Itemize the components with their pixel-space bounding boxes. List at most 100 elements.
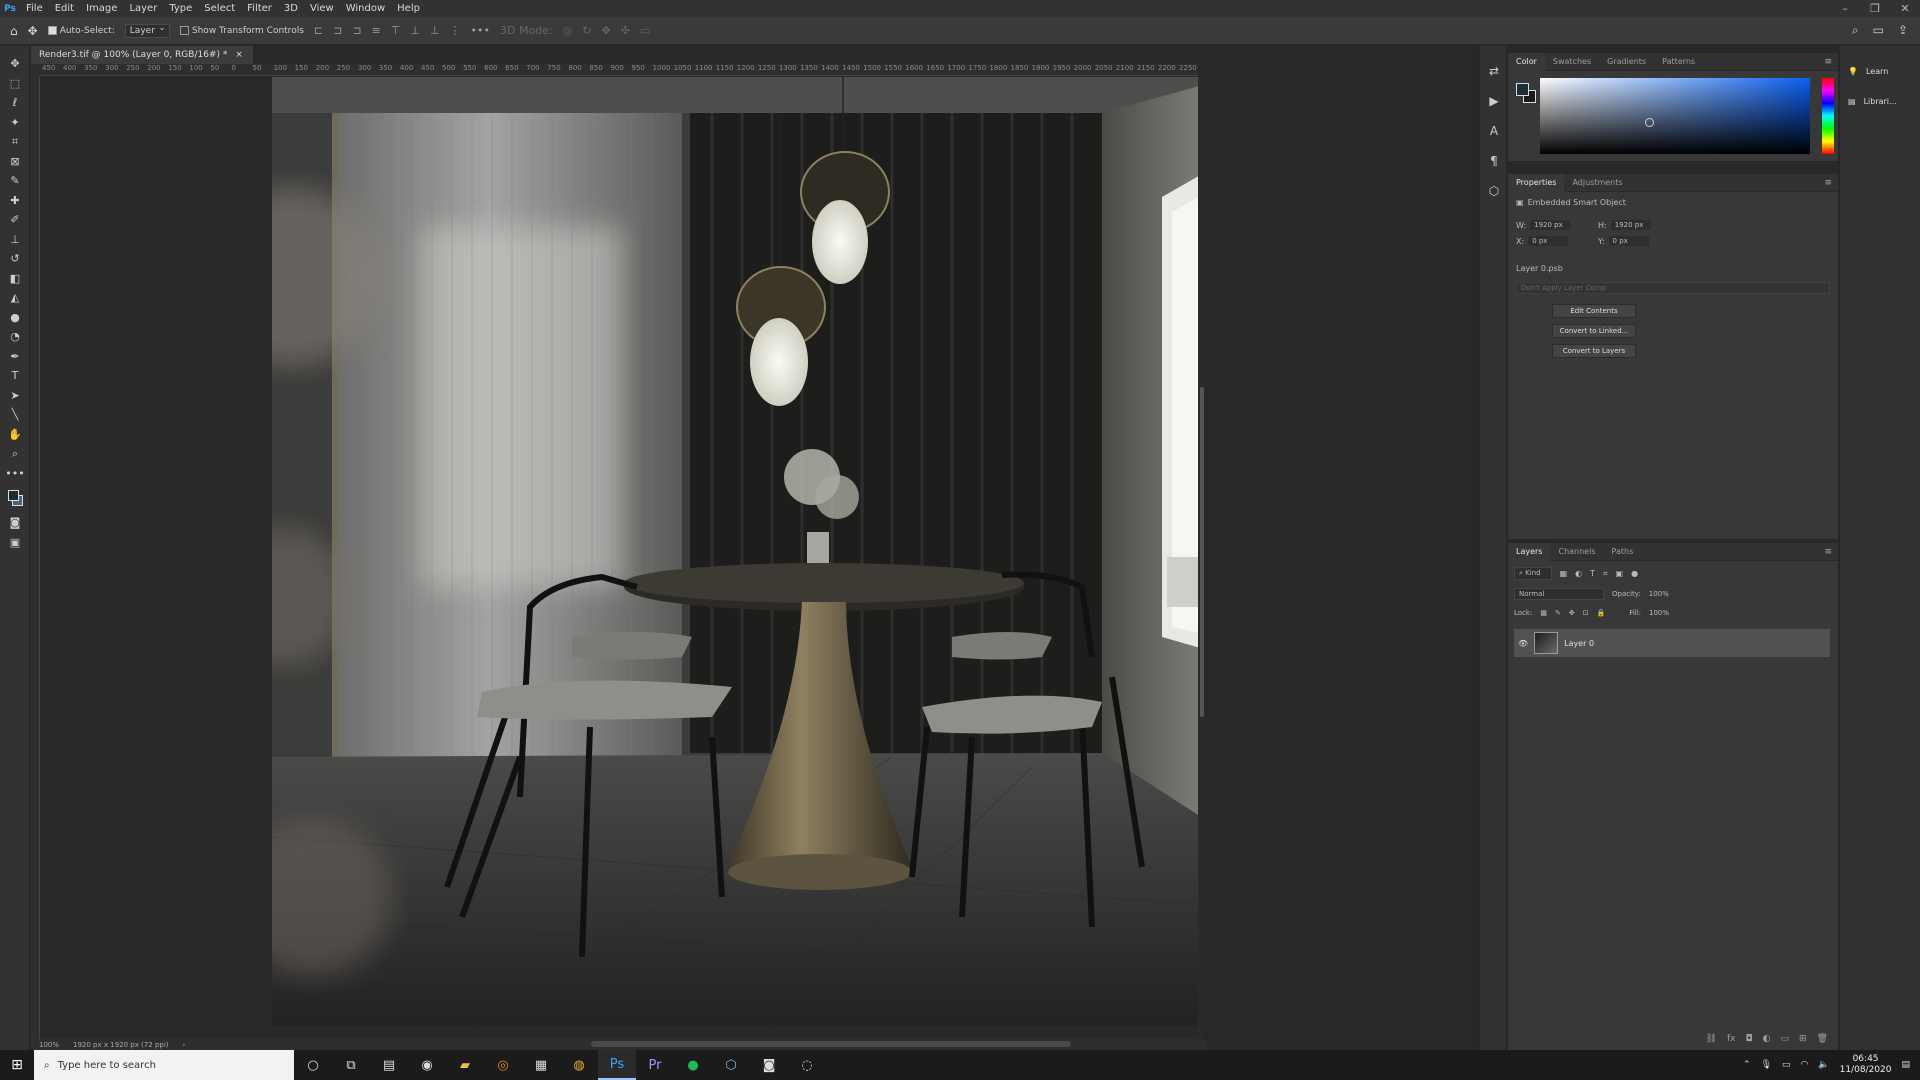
y-field[interactable]: 0 px — [1608, 236, 1649, 246]
height-field[interactable]: 1920 px — [1610, 220, 1651, 230]
lock-all-icon[interactable]: 🔒 — [1597, 609, 1606, 617]
tab-layers[interactable]: Layers — [1508, 542, 1551, 561]
layer-comp-dropdown[interactable]: Don't Apply Layer Comp — [1516, 282, 1830, 294]
tab-color[interactable]: Color — [1508, 52, 1545, 71]
show-transform-checkbox[interactable]: Show Transform Controls — [179, 26, 304, 36]
search-icon[interactable]: ⌕ — [1852, 23, 1859, 38]
tab-swatches[interactable]: Swatches — [1545, 53, 1599, 71]
restore-button[interactable]: ❐ — [1860, 2, 1890, 15]
type-filter-icon[interactable]: T — [1590, 569, 1595, 578]
app-icon-3[interactable]: ◙ — [750, 1050, 788, 1080]
minimize-button[interactable]: – — [1830, 2, 1860, 15]
fx-icon[interactable]: fx — [1727, 1034, 1736, 1044]
close-tab-icon[interactable]: × — [235, 46, 243, 64]
clock[interactable]: 06:45 11/08/2020 — [1840, 1054, 1892, 1076]
lasso-tool-icon[interactable]: ℓ — [0, 93, 30, 113]
home-icon[interactable]: ⌂ — [10, 24, 18, 38]
dodge-tool-icon[interactable]: ◔ — [0, 327, 30, 347]
visibility-eye-icon[interactable]: 👁 — [1518, 639, 1528, 648]
menu-file[interactable]: File — [20, 0, 49, 17]
align-top-icon[interactable]: ⊤ — [391, 24, 401, 37]
marquee-tool-icon[interactable]: ⬚ — [0, 74, 30, 94]
app-icon-4[interactable]: ◌ — [788, 1050, 826, 1080]
foreground-color-swatch[interactable] — [1516, 83, 1529, 96]
history-panel-icon[interactable]: ⇄ — [1480, 56, 1508, 86]
more-options-icon[interactable]: ••• — [471, 24, 490, 37]
share-icon[interactable]: ⇪ — [1898, 23, 1908, 38]
actions-panel-icon[interactable]: ▶ — [1480, 86, 1508, 116]
menu-select[interactable]: Select — [198, 0, 241, 17]
task-view-icon[interactable]: ⧉ — [332, 1050, 370, 1080]
zoom-level[interactable]: 100% — [39, 1041, 59, 1049]
3d-orbit-icon[interactable]: ◎ — [563, 24, 573, 37]
paragraph-panel-icon[interactable]: ¶ — [1480, 146, 1508, 176]
color-field[interactable] — [1540, 78, 1810, 154]
sketchup-icon[interactable]: ⬡ — [712, 1050, 750, 1080]
blender-icon[interactable]: ◎ — [484, 1050, 522, 1080]
mask-icon[interactable]: ◘ — [1746, 1034, 1753, 1044]
app-icon-2[interactable]: ◉ — [408, 1050, 446, 1080]
lock-position-icon[interactable]: ✥ — [1569, 609, 1575, 617]
magic-wand-tool-icon[interactable]: ✦ — [0, 113, 30, 133]
move-tool-preset-icon[interactable]: ✥ — [28, 24, 38, 38]
spotify-icon[interactable]: ● — [674, 1050, 712, 1080]
crop-tool-icon[interactable]: ⌗ — [0, 132, 30, 152]
windows-start-icon[interactable]: ⊞ — [0, 1050, 34, 1080]
tab-patterns[interactable]: Patterns — [1654, 53, 1703, 71]
blur-tool-icon[interactable]: ● — [0, 308, 30, 328]
width-field[interactable]: 1920 px — [1530, 220, 1571, 230]
eyedropper-tool-icon[interactable]: ✎ — [0, 171, 30, 191]
clone-stamp-tool-icon[interactable]: ⊥ — [0, 230, 30, 250]
distribute-vertical-icon[interactable]: ⋮ — [450, 24, 461, 37]
chrome-icon[interactable]: ◍ — [560, 1050, 598, 1080]
ruler-corner[interactable] — [31, 64, 40, 76]
shape-filter-icon[interactable]: ⌗ — [1603, 569, 1608, 579]
status-menu-arrow[interactable]: › — [183, 1041, 186, 1049]
menu-edit[interactable]: Edit — [49, 0, 80, 17]
learn-panel-button[interactable]: 💡 Learn — [1840, 56, 1920, 86]
menu-filter[interactable]: Filter — [241, 0, 278, 17]
link-icon[interactable]: ⛓ — [1706, 1034, 1717, 1044]
edit-contents-button[interactable]: Edit Contents — [1552, 304, 1636, 318]
canvas-area[interactable] — [40, 77, 1198, 1039]
3d-roll-icon[interactable]: ↻ — [582, 24, 591, 37]
paint-bucket-tool-icon[interactable]: ◭ — [0, 288, 30, 308]
convert-to-linked-button[interactable]: Convert to Linked... — [1552, 324, 1636, 338]
document-image[interactable] — [272, 77, 1198, 1025]
character-panel-icon[interactable]: A — [1480, 116, 1508, 146]
convert-to-layers-button[interactable]: Convert to Layers — [1552, 344, 1636, 358]
tab-paths[interactable]: Paths — [1604, 543, 1642, 561]
taskbar-search-box[interactable]: ⌕ Type here to search — [34, 1050, 294, 1080]
scroll-thumb[interactable] — [1200, 387, 1204, 717]
adjustment-filter-icon[interactable]: ◐ — [1575, 569, 1582, 578]
align-middle-icon[interactable]: ⊥ — [410, 24, 420, 37]
lock-transparent-icon[interactable]: ▦ — [1540, 609, 1547, 617]
panel-menu-icon[interactable]: ≡ — [1824, 174, 1832, 192]
align-bottom-icon[interactable]: ⊥ — [430, 24, 440, 37]
distribute-icon[interactable]: ≡ — [372, 24, 381, 37]
network-icon[interactable]: ◠ — [1801, 1060, 1809, 1070]
eraser-tool-icon[interactable]: ◧ — [0, 269, 30, 289]
vertical-ruler[interactable] — [31, 76, 40, 1039]
battery-icon[interactable]: ▭ — [1782, 1060, 1791, 1070]
menu-view[interactable]: View — [304, 0, 340, 17]
premiere-taskbar-icon[interactable]: Pr — [636, 1050, 674, 1080]
cortana-icon[interactable]: ○ — [294, 1050, 332, 1080]
panel-menu-icon[interactable]: ≡ — [1824, 543, 1832, 561]
tray-chevron-icon[interactable]: ⌃ — [1743, 1060, 1751, 1070]
3d-panel-icon[interactable]: ⬡ — [1480, 176, 1508, 206]
workspace-icon[interactable]: ▭ — [1873, 23, 1884, 38]
tab-gradients[interactable]: Gradients — [1599, 53, 1654, 71]
new-layer-icon[interactable]: ⊞ — [1799, 1034, 1807, 1044]
edit-toolbar-icon[interactable]: ••• — [0, 464, 30, 484]
history-brush-tool-icon[interactable]: ↺ — [0, 249, 30, 269]
opacity-field[interactable]: 100% — [1649, 590, 1669, 598]
3d-camera-icon[interactable]: ▭ — [640, 24, 650, 37]
screen-mode-icon[interactable]: ▣ — [0, 533, 30, 553]
auto-select-target-dropdown[interactable]: Layer — [124, 23, 170, 38]
menu-help[interactable]: Help — [391, 0, 426, 17]
menu-window[interactable]: Window — [340, 0, 391, 17]
healing-brush-tool-icon[interactable]: ✚ — [0, 191, 30, 211]
3d-pan-icon[interactable]: ✥ — [602, 24, 611, 37]
line-tool-icon[interactable]: ╲ — [0, 405, 30, 425]
